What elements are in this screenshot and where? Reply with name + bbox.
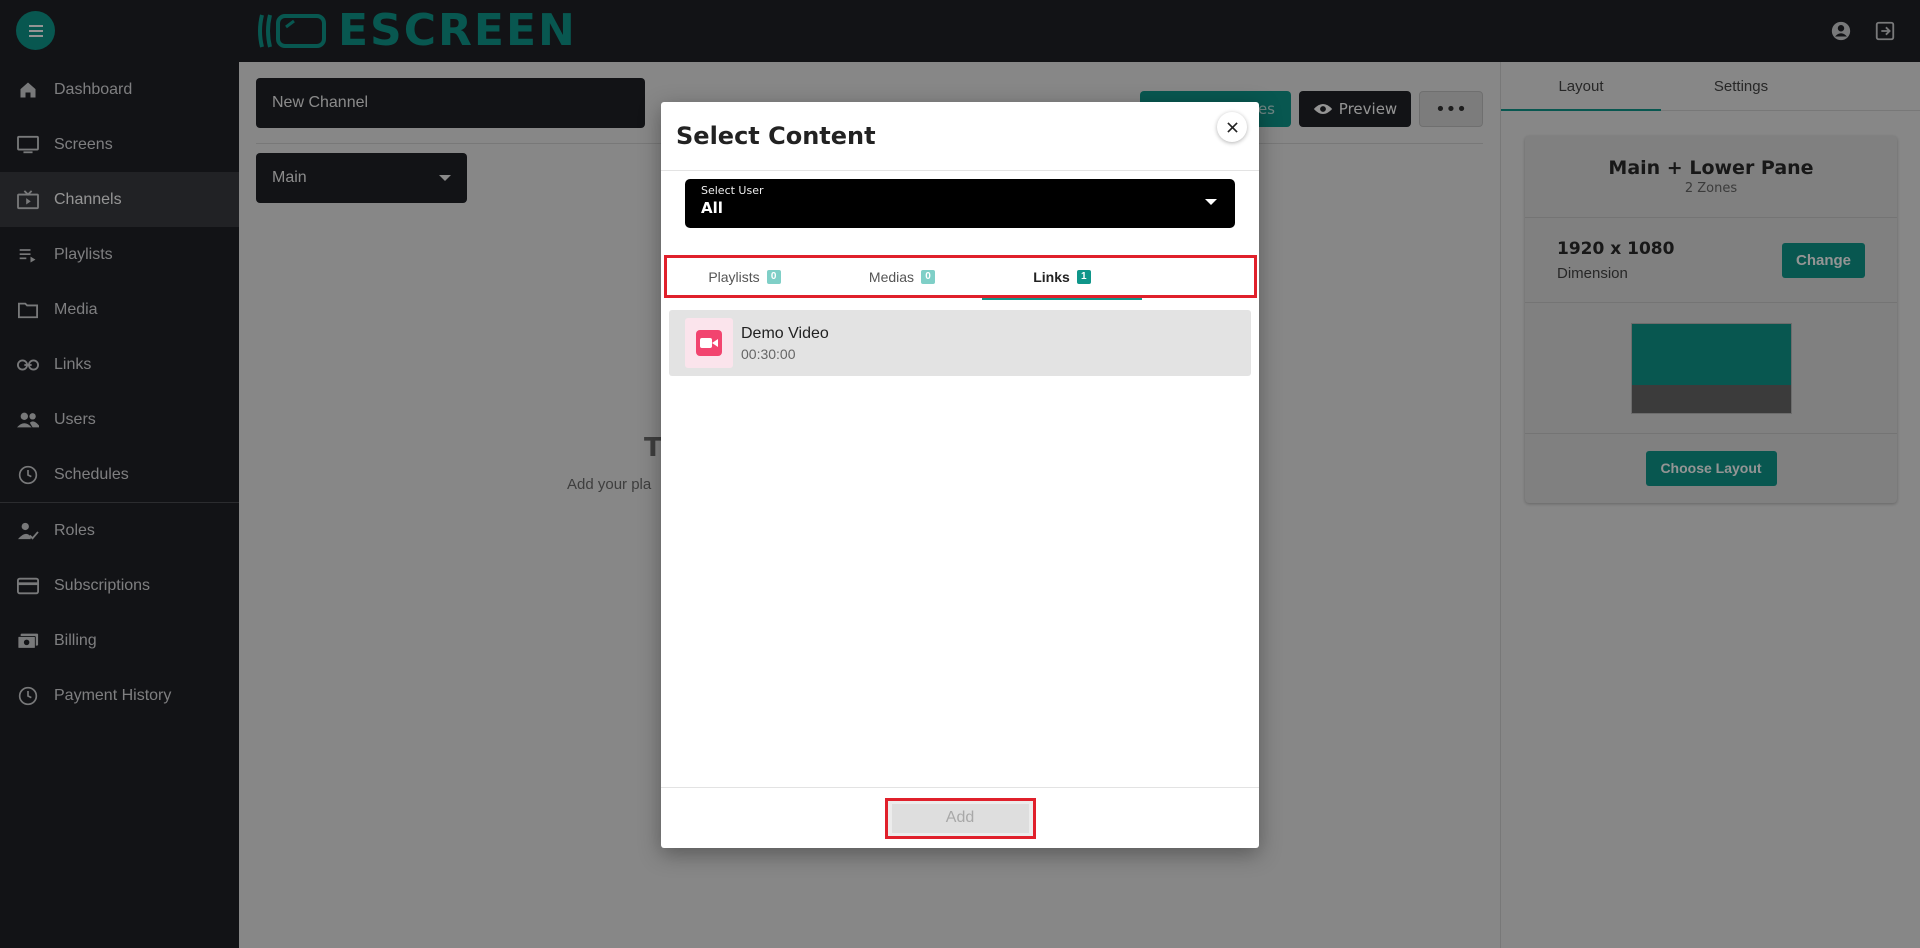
- select-user-value: All: [701, 199, 723, 217]
- tab-label: Medias: [868, 268, 915, 285]
- select-user-label: Select User: [701, 184, 764, 197]
- tab-label: Playlists: [708, 268, 760, 285]
- count-badge: 1: [1076, 269, 1091, 284]
- count-badge: 0: [921, 269, 936, 284]
- tab-links[interactable]: Links 1: [982, 258, 1142, 300]
- item-duration: 00:30:00: [741, 345, 796, 362]
- select-user-dropdown[interactable]: Select User All: [685, 179, 1235, 228]
- tab-medias[interactable]: Medias 0: [822, 258, 982, 295]
- content-type-tabs: Playlists 0 Medias 0 Links 1: [664, 255, 1257, 300]
- add-button[interactable]: Add: [884, 797, 1036, 839]
- tab-playlists[interactable]: Playlists 0: [667, 258, 822, 295]
- count-badge: 0: [766, 269, 781, 284]
- video-camera-icon: [700, 338, 718, 348]
- add-label: Add: [945, 809, 975, 826]
- item-name: Demo Video: [741, 324, 829, 342]
- media-thumbnail: [685, 318, 733, 368]
- list-item[interactable]: Demo Video 00:30:00: [669, 310, 1251, 376]
- caret-down-icon: [1205, 199, 1217, 205]
- close-icon: [1226, 121, 1238, 133]
- tab-label: Links: [1033, 268, 1070, 285]
- close-dialog-button[interactable]: [1217, 112, 1247, 142]
- select-content-dialog: Select Content Select User All Playlists…: [661, 102, 1259, 848]
- dialog-title: Select Content: [676, 122, 876, 150]
